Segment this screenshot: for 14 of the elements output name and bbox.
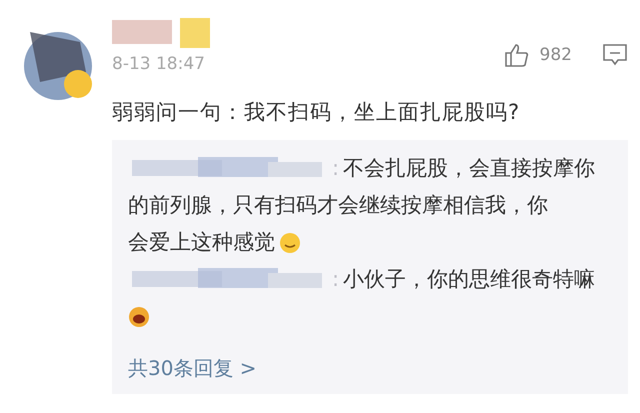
comment-text: 弱弱问一句：我不扫码，坐上面扎屁股吗? bbox=[112, 99, 522, 126]
reply-text-line: 会爱上这种感觉 bbox=[128, 229, 275, 256]
like-count: 982 bbox=[540, 45, 572, 65]
reply-text-line: 的前列腺，只有扫码才会继续按摩相信我，你 bbox=[128, 192, 548, 219]
comment-icon[interactable] bbox=[602, 43, 628, 67]
more-replies-link[interactable]: 共30条回复 > bbox=[128, 355, 614, 382]
reply-text-line: 不会扎屁股，会直接按摩你 bbox=[343, 155, 596, 182]
thumbs-up-icon[interactable] bbox=[504, 42, 530, 68]
reply-text-line: 小伙子，你的思维很奇特嘛 bbox=[343, 266, 596, 293]
laughing-emoji-icon bbox=[128, 306, 150, 328]
smile-emoji-icon bbox=[279, 232, 301, 254]
reply-separator: : bbox=[332, 266, 340, 293]
reply-separator: : bbox=[332, 155, 340, 182]
comment-timestamp: 8-13 18:47 bbox=[112, 54, 206, 74]
